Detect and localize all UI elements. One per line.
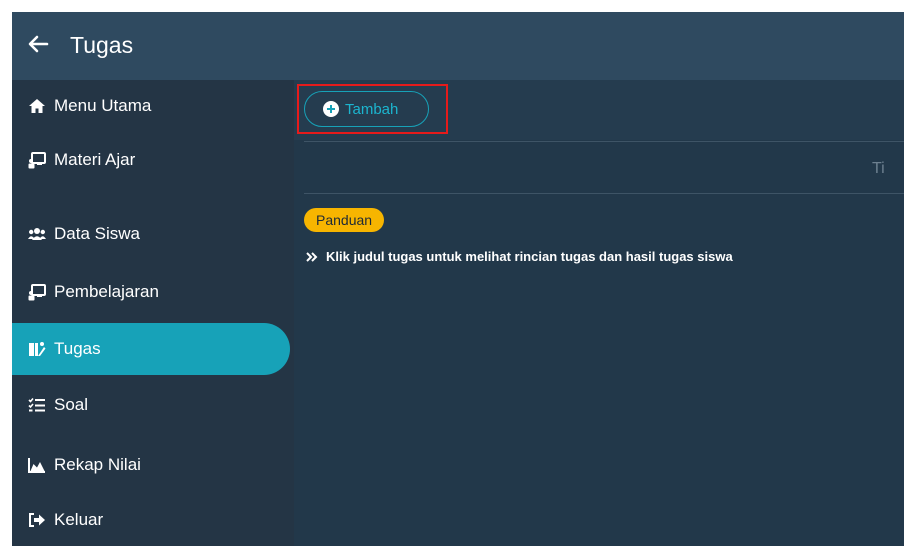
sidebar-item-label: Rekap Nilai — [54, 455, 141, 474]
chalkboard-icon — [28, 152, 46, 169]
sidebar-item-rekap-nilai[interactable]: Rekap Nilai — [12, 439, 290, 491]
home-icon — [29, 99, 45, 113]
add-task-label: Tambah — [345, 100, 399, 118]
guide-item-text: Klik judul tugas untuk melihat rincian t… — [326, 249, 733, 264]
app-window: Tugas Menu Utama Materi Ajar Data Siswa … — [12, 12, 904, 546]
guide-badge: Panduan — [304, 208, 385, 232]
arrow-left-icon[interactable] — [26, 32, 50, 56]
sidebar-item-label: Tugas — [54, 339, 101, 358]
sidebar-item-label: Soal — [54, 395, 89, 414]
sidebar-item-materi-ajar[interactable]: Materi Ajar — [12, 134, 290, 186]
table-header-partial: Ti — [872, 160, 885, 177]
sidebar-item-pembelajaran[interactable]: Pembelajaran — [12, 266, 290, 318]
sidebar-item-label: Keluar — [54, 510, 104, 529]
sidebar-item-label: Data Siswa — [54, 224, 140, 243]
sign-out-icon — [29, 513, 45, 527]
plus-circle-icon — [323, 101, 339, 117]
divider — [304, 141, 904, 142]
users-icon — [28, 228, 46, 240]
double-chevron-right-icon — [306, 251, 318, 262]
top-bar: Tugas — [12, 12, 904, 80]
main-content: Tambah Ti Panduan Klik judul tugas untuk… — [294, 80, 904, 546]
sidebar-item-label: Materi Ajar — [54, 150, 136, 169]
sidebar-item-tugas[interactable]: Tugas — [12, 323, 290, 375]
sidebar-item-label: Pembelajaran — [54, 282, 159, 301]
toolbar: Tambah — [294, 80, 904, 140]
page-title: Tugas — [70, 32, 134, 58]
sidebar-item-keluar[interactable]: Keluar — [12, 494, 290, 546]
chalkboard-icon — [28, 284, 46, 301]
sidebar-item-data-siswa[interactable]: Data Siswa — [12, 208, 290, 260]
sidebar-item-label: Menu Utama — [54, 96, 152, 115]
divider — [304, 193, 904, 194]
sidebar-item-menu-utama[interactable]: Menu Utama — [12, 80, 290, 132]
chart-area-icon — [28, 458, 45, 473]
add-task-button[interactable]: Tambah — [304, 91, 429, 127]
guide-item: Klik judul tugas untuk melihat rincian t… — [306, 249, 733, 264]
tasks-icon — [29, 342, 46, 356]
sidebar-item-soal[interactable]: Soal — [12, 379, 290, 431]
list-icon — [28, 397, 45, 412]
sidebar: Menu Utama Materi Ajar Data Siswa Pembel… — [12, 80, 294, 546]
